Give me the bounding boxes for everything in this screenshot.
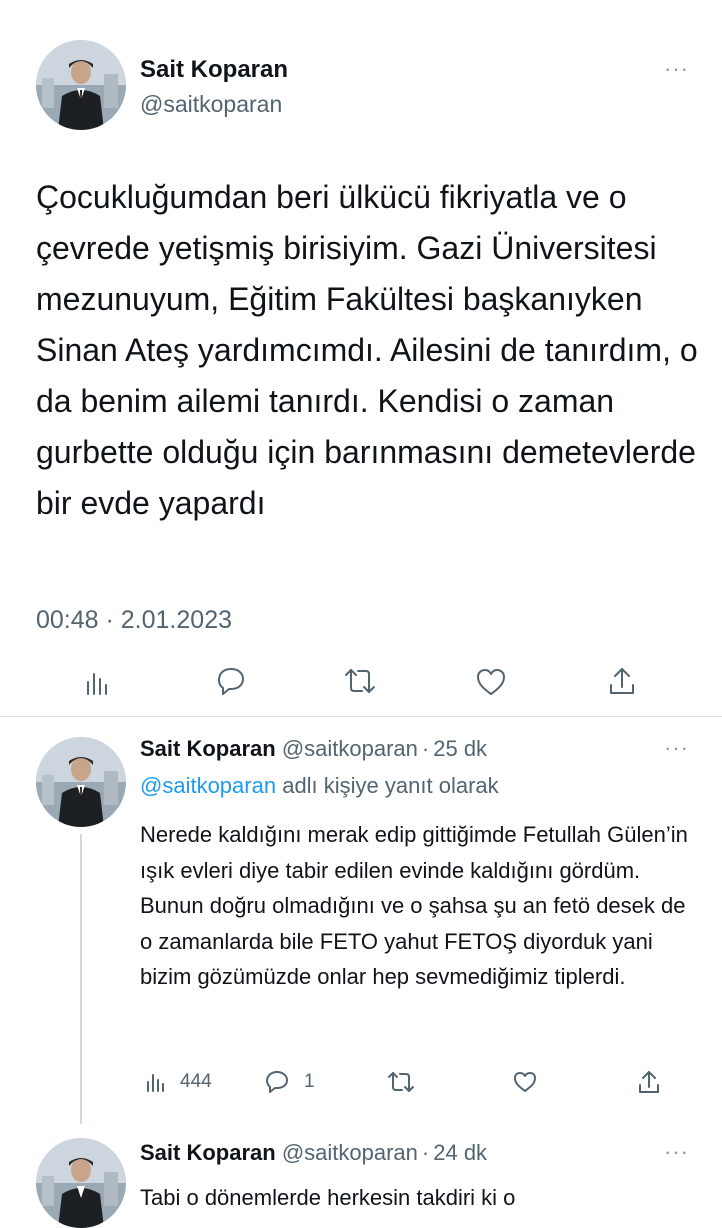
like-button[interactable] [474,666,508,698]
reply-header: Sait Koparan @saitkoparan · 24 dk [140,1139,487,1167]
analytics-button[interactable] [82,666,114,698]
reply-time[interactable]: 24 dk [433,1140,487,1165]
reply-button[interactable]: 1 [264,1069,315,1095]
share-button[interactable] [606,664,638,698]
reply-icon [218,668,244,695]
analytics-button[interactable]: 444 [144,1070,212,1094]
like-button[interactable] [512,1070,538,1094]
reply-avatar[interactable] [36,1138,126,1228]
header-separator: · [421,736,430,761]
like-icon [514,1072,536,1092]
views-count: 444 [180,1071,212,1092]
reply-author-name[interactable]: Sait Koparan [140,736,276,761]
retweet-button[interactable] [386,1069,416,1095]
tweet-timestamp[interactable]: 00:48 · 2.01.2023 [36,605,232,635]
analytics-icon [87,673,107,695]
reply-time[interactable]: 25 dk [433,736,487,761]
reply-author-handle[interactable]: @saitkoparan [282,736,418,761]
reply-author-handle[interactable]: @saitkoparan [282,1140,418,1165]
tweet-divider [0,716,722,717]
reply-count: 1 [304,1071,315,1092]
tweet-text: Çocukluğumdan beri ülkücü fikriyatla ve … [36,179,698,521]
avatar-photo [36,737,126,827]
reply-context: @saitkoparan adlı kişiye yanıt olarak [140,772,499,800]
reply-icon [266,1071,288,1093]
reply-text: Nerede kaldığını merak edip gittiğimde F… [140,822,688,989]
author-avatar[interactable] [36,40,126,130]
reply-to-link[interactable]: @saitkoparan [140,773,276,798]
share-icon [610,668,634,694]
avatar-photo [36,1138,126,1228]
more-dots-icon[interactable]: ··· [664,58,689,80]
share-button[interactable] [636,1068,662,1096]
analytics-icon [147,1074,164,1092]
reply-header: Sait Koparan @saitkoparan · 25 dk [140,735,487,763]
retweet-icon [388,1072,414,1092]
more-dots-icon[interactable]: ··· [664,737,689,759]
retweet-button[interactable] [342,664,378,698]
reply-text: Tabi o dönemlerde herkesin takdiri ki o [140,1185,516,1210]
reply-avatar[interactable] [36,737,126,827]
reply-button[interactable] [214,664,248,698]
thread-line [80,834,82,1124]
reply-to-text: adlı kişiye yanıt olarak [282,773,499,798]
retweet-icon [345,669,375,693]
author-name[interactable]: Sait Koparan [140,56,288,84]
like-icon [477,669,505,695]
share-icon [639,1071,659,1093]
reply-author-name[interactable]: Sait Koparan [140,1140,276,1165]
avatar-photo [36,40,126,130]
author-handle[interactable]: @saitkoparan [140,90,282,118]
more-dots-icon[interactable]: ··· [664,1141,689,1163]
header-separator: · [421,1140,430,1165]
